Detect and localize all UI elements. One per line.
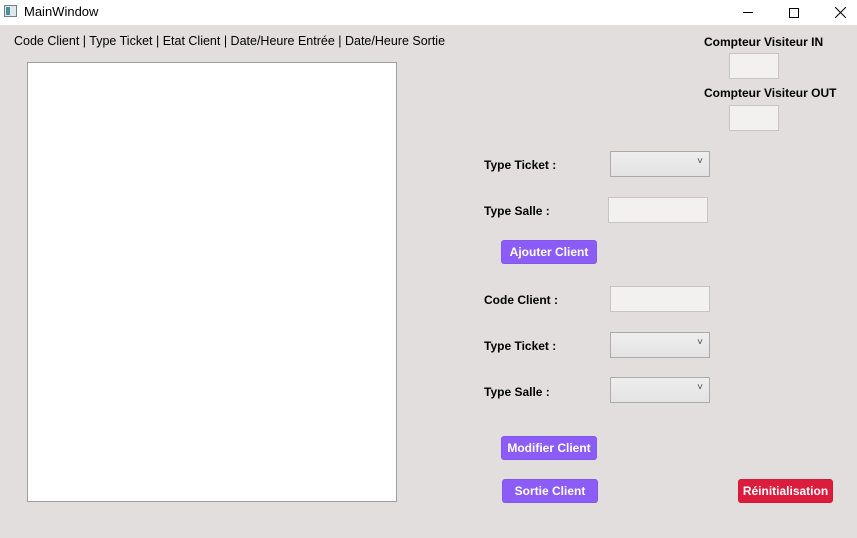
- edit-type-salle-combo[interactable]: ˅: [610, 377, 710, 403]
- edit-code-client-label: Code Client :: [484, 293, 558, 307]
- minimize-icon: [743, 12, 753, 13]
- title-bar: MainWindow: [0, 0, 857, 25]
- edit-type-ticket-combo[interactable]: ˅: [610, 332, 710, 358]
- edit-type-ticket-label: Type Ticket :: [484, 339, 557, 353]
- edit-type-salle-label: Type Salle :: [484, 385, 550, 399]
- close-button[interactable]: [817, 0, 857, 25]
- counter-in-field[interactable]: [729, 53, 779, 79]
- reset-button[interactable]: Réinitialisation: [738, 479, 833, 503]
- add-type-ticket-label: Type Ticket :: [484, 158, 557, 172]
- add-type-ticket-combo[interactable]: ˅: [610, 151, 710, 177]
- counter-out-label: Compteur Visiteur OUT: [704, 86, 837, 100]
- window-title: MainWindow: [24, 4, 99, 19]
- chevron-down-icon: ˅: [697, 382, 703, 393]
- add-client-button[interactable]: Ajouter Client: [501, 240, 597, 264]
- minimize-button[interactable]: [725, 0, 771, 25]
- client-listbox[interactable]: [27, 62, 397, 502]
- chevron-down-icon: ˅: [697, 156, 703, 167]
- counter-in-label: Compteur Visiteur IN: [704, 35, 824, 49]
- add-type-salle-input[interactable]: [608, 197, 708, 223]
- list-column-header: Code Client | Type Ticket | Etat Client …: [14, 34, 446, 48]
- close-icon: [834, 7, 846, 18]
- maximize-icon: [789, 7, 799, 18]
- modify-client-button[interactable]: Modifier Client: [501, 436, 597, 460]
- add-type-salle-label: Type Salle :: [484, 204, 550, 218]
- edit-code-client-input[interactable]: [610, 286, 710, 312]
- maximize-button[interactable]: [771, 0, 817, 25]
- chevron-down-icon: ˅: [697, 337, 703, 348]
- counter-out-field[interactable]: [729, 105, 779, 131]
- app-icon: [4, 5, 17, 17]
- exit-client-button[interactable]: Sortie Client: [502, 479, 598, 503]
